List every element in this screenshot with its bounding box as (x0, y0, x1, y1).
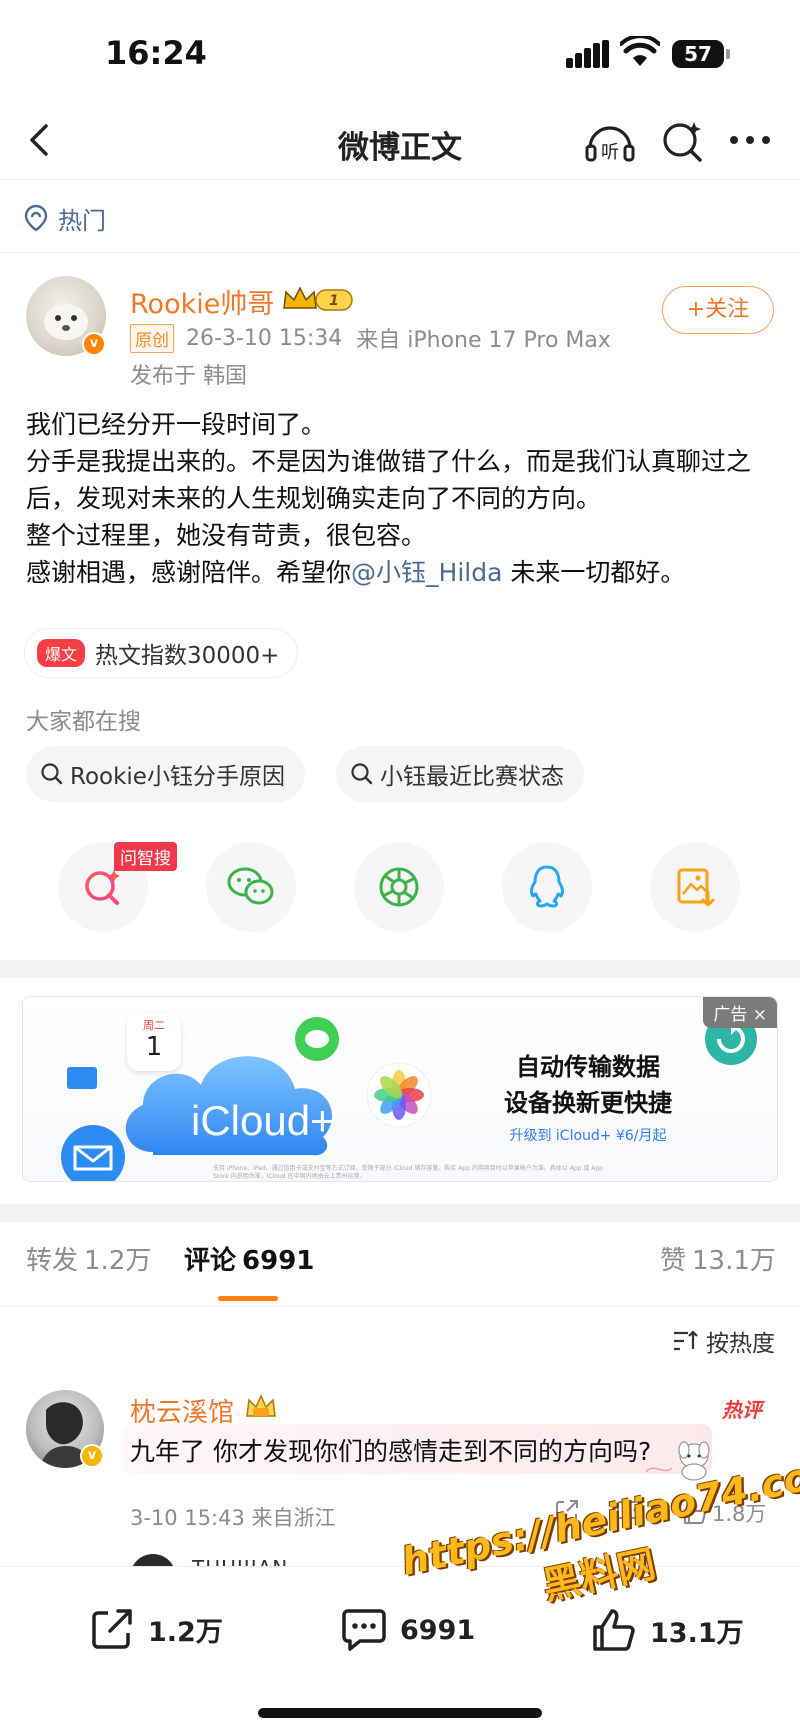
repost-button[interactable]: 1.2万 (90, 1607, 223, 1651)
interaction-tabs: 转发 1.2万 评论 6991 赞 13.1万 (0, 1240, 800, 1300)
hot-comment-badge: 热评 (722, 1398, 762, 1422)
post-line-suffix: 未来一切都好。 (502, 558, 686, 587)
post-line: 我们已经分开一段时间了。 (26, 410, 327, 439)
ad-close-button[interactable]: 广告 × (703, 997, 777, 1028)
listen-label: 听 (601, 142, 619, 163)
tab-comment[interactable]: 评论 6991 (184, 1240, 314, 1277)
original-tag: 原创 (130, 323, 174, 353)
hot-channel-link[interactable]: 热门 (24, 198, 106, 238)
ai-search-tag: 问智搜 (114, 842, 177, 871)
search-chip[interactable]: 小钰最近比赛状态 (336, 746, 584, 802)
puppy-sticker-icon (645, 1441, 710, 1481)
section-divider (0, 960, 800, 978)
tab-repost-label: 转发 (26, 1246, 79, 1276)
icloud-ad-banner[interactable]: 周二 1 iCloud+ 自动传输数据 设备换新更快捷 升级到 iCloud+ … (22, 996, 778, 1182)
post-location: 发布于 韩国 (130, 364, 247, 389)
ad-headline: 自动传输数据 设备换新更快捷 (463, 1049, 713, 1121)
save-image-share-button[interactable] (650, 842, 740, 932)
ad-calendar-day: 周二 (143, 1019, 165, 1032)
sort-icon (674, 1330, 698, 1351)
listen-icon[interactable]: 听 (584, 118, 636, 166)
commenter-crown-icon (246, 1394, 276, 1417)
search-heading: 大家都在搜 (26, 709, 141, 735)
post-meta: 原创 26-3-10 15:34 来自 iPhone 17 Pro Max (130, 322, 611, 354)
tab-like-count: 13.1万 (692, 1246, 776, 1276)
wechat-icon (227, 867, 274, 905)
sort-label: 按热度 (706, 1331, 775, 1357)
save-image-icon (677, 868, 715, 907)
tab-comment-count: 6991 (242, 1246, 315, 1276)
ad-calendar-date: 1 (145, 1032, 163, 1062)
tab-like[interactable]: 赞 13.1万 (660, 1240, 776, 1277)
moments-share-button[interactable] (354, 842, 444, 932)
search-chip-label: 小钰最近比赛状态 (380, 764, 564, 790)
battery-tip (726, 49, 730, 59)
ad-fine-print: 支持 iPhone、iPad、通过信用卡或支付宝等方式订阅。受限于部分 iClo… (213, 1165, 603, 1180)
ad-subline: 升级到 iCloud+ ¥6/月起 (509, 1128, 667, 1144)
active-tab-indicator (218, 1296, 278, 1301)
post-line-prefix: 感谢相遇，感谢陪伴。希望你 (26, 558, 352, 587)
comment-meta: 3-10 15:43 来自浙江 (130, 1506, 336, 1530)
member-crown-icon: 1 (283, 286, 353, 311)
wifi-icon (620, 36, 660, 66)
status-bar: 16:24 57 (0, 0, 800, 100)
commenter-badge-icon: v (80, 1444, 104, 1468)
status-time: 16:24 (105, 34, 207, 72)
ad-headline-line: 设备换新更快捷 (504, 1089, 672, 1117)
divider (0, 252, 800, 253)
repost-count: 1.2万 (148, 1616, 223, 1648)
nav-bar: 微博正文 听 (0, 100, 800, 180)
tab-repost[interactable]: 转发 1.2万 (26, 1240, 151, 1277)
tab-comment-label: 评论 (184, 1246, 237, 1276)
divider (0, 1306, 800, 1307)
comment-text: 九年了 你才发现你们的感情走到不同的方向吗? (130, 1437, 652, 1466)
baowen-tag: 爆文 (37, 639, 86, 667)
verified-badge-icon: v (82, 332, 106, 356)
hot-index-badge[interactable]: 爆文 热文指数30000+ (24, 628, 299, 678)
search-chip[interactable]: Rookie小钰分手原因 (26, 746, 305, 802)
search-chip-label: Rookie小钰分手原因 (70, 764, 285, 790)
wechat-share-button[interactable] (206, 842, 296, 932)
post-line: 分手是我提出来的。不是因为谁做错了什么，而是我们认真聊过之后，发现对未来的人生规… (26, 447, 752, 513)
post-body: 我们已经分开一段时间了。 分手是我提出来的。不是因为谁做错了什么，而是我们认真聊… (26, 406, 778, 591)
battery-icon: 57 (672, 40, 724, 68)
hot-index-text: 热文指数30000+ (95, 643, 280, 669)
mention-link[interactable]: @小钰_Hilda (351, 558, 502, 587)
home-indicator[interactable] (258, 1708, 542, 1718)
post-source: 来自 iPhone 17 Pro Max (356, 328, 611, 353)
ad-product-name: iCloud+ (191, 1097, 335, 1144)
comment-icon (342, 1609, 386, 1651)
ad-headline-line: 自动传输数据 (516, 1053, 660, 1081)
ai-search-icon[interactable] (660, 118, 706, 164)
follow-button[interactable]: +关注 (662, 286, 774, 334)
tab-repost-count: 1.2万 (84, 1246, 152, 1276)
location-hot-icon (24, 204, 48, 232)
qq-icon (530, 865, 564, 908)
more-icon[interactable] (726, 120, 774, 160)
post-timestamp: 26-3-10 15:34 (186, 325, 343, 351)
post-line: 整个过程里，她没有苛责，很包容。 (26, 521, 427, 550)
signal-icon (566, 40, 610, 68)
section-divider (0, 1204, 800, 1222)
member-level: 1 (329, 293, 339, 309)
search-icon (351, 763, 373, 785)
hot-label: 热门 (58, 206, 106, 235)
tab-like-label: 赞 (660, 1246, 687, 1276)
author-name[interactable]: Rookie帅哥 (130, 282, 274, 321)
post-line-last: 感谢相遇，感谢陪伴。希望你@小钰_Hilda 未来一切都好。 (26, 554, 778, 591)
qq-share-button[interactable] (502, 842, 592, 932)
ad-calendar: 周二 1 (127, 1013, 181, 1071)
repost-icon (92, 1609, 132, 1649)
search-icon (41, 763, 63, 785)
sort-by-hot-button[interactable]: 按热度 (672, 1324, 775, 1358)
moments-icon (379, 867, 419, 907)
